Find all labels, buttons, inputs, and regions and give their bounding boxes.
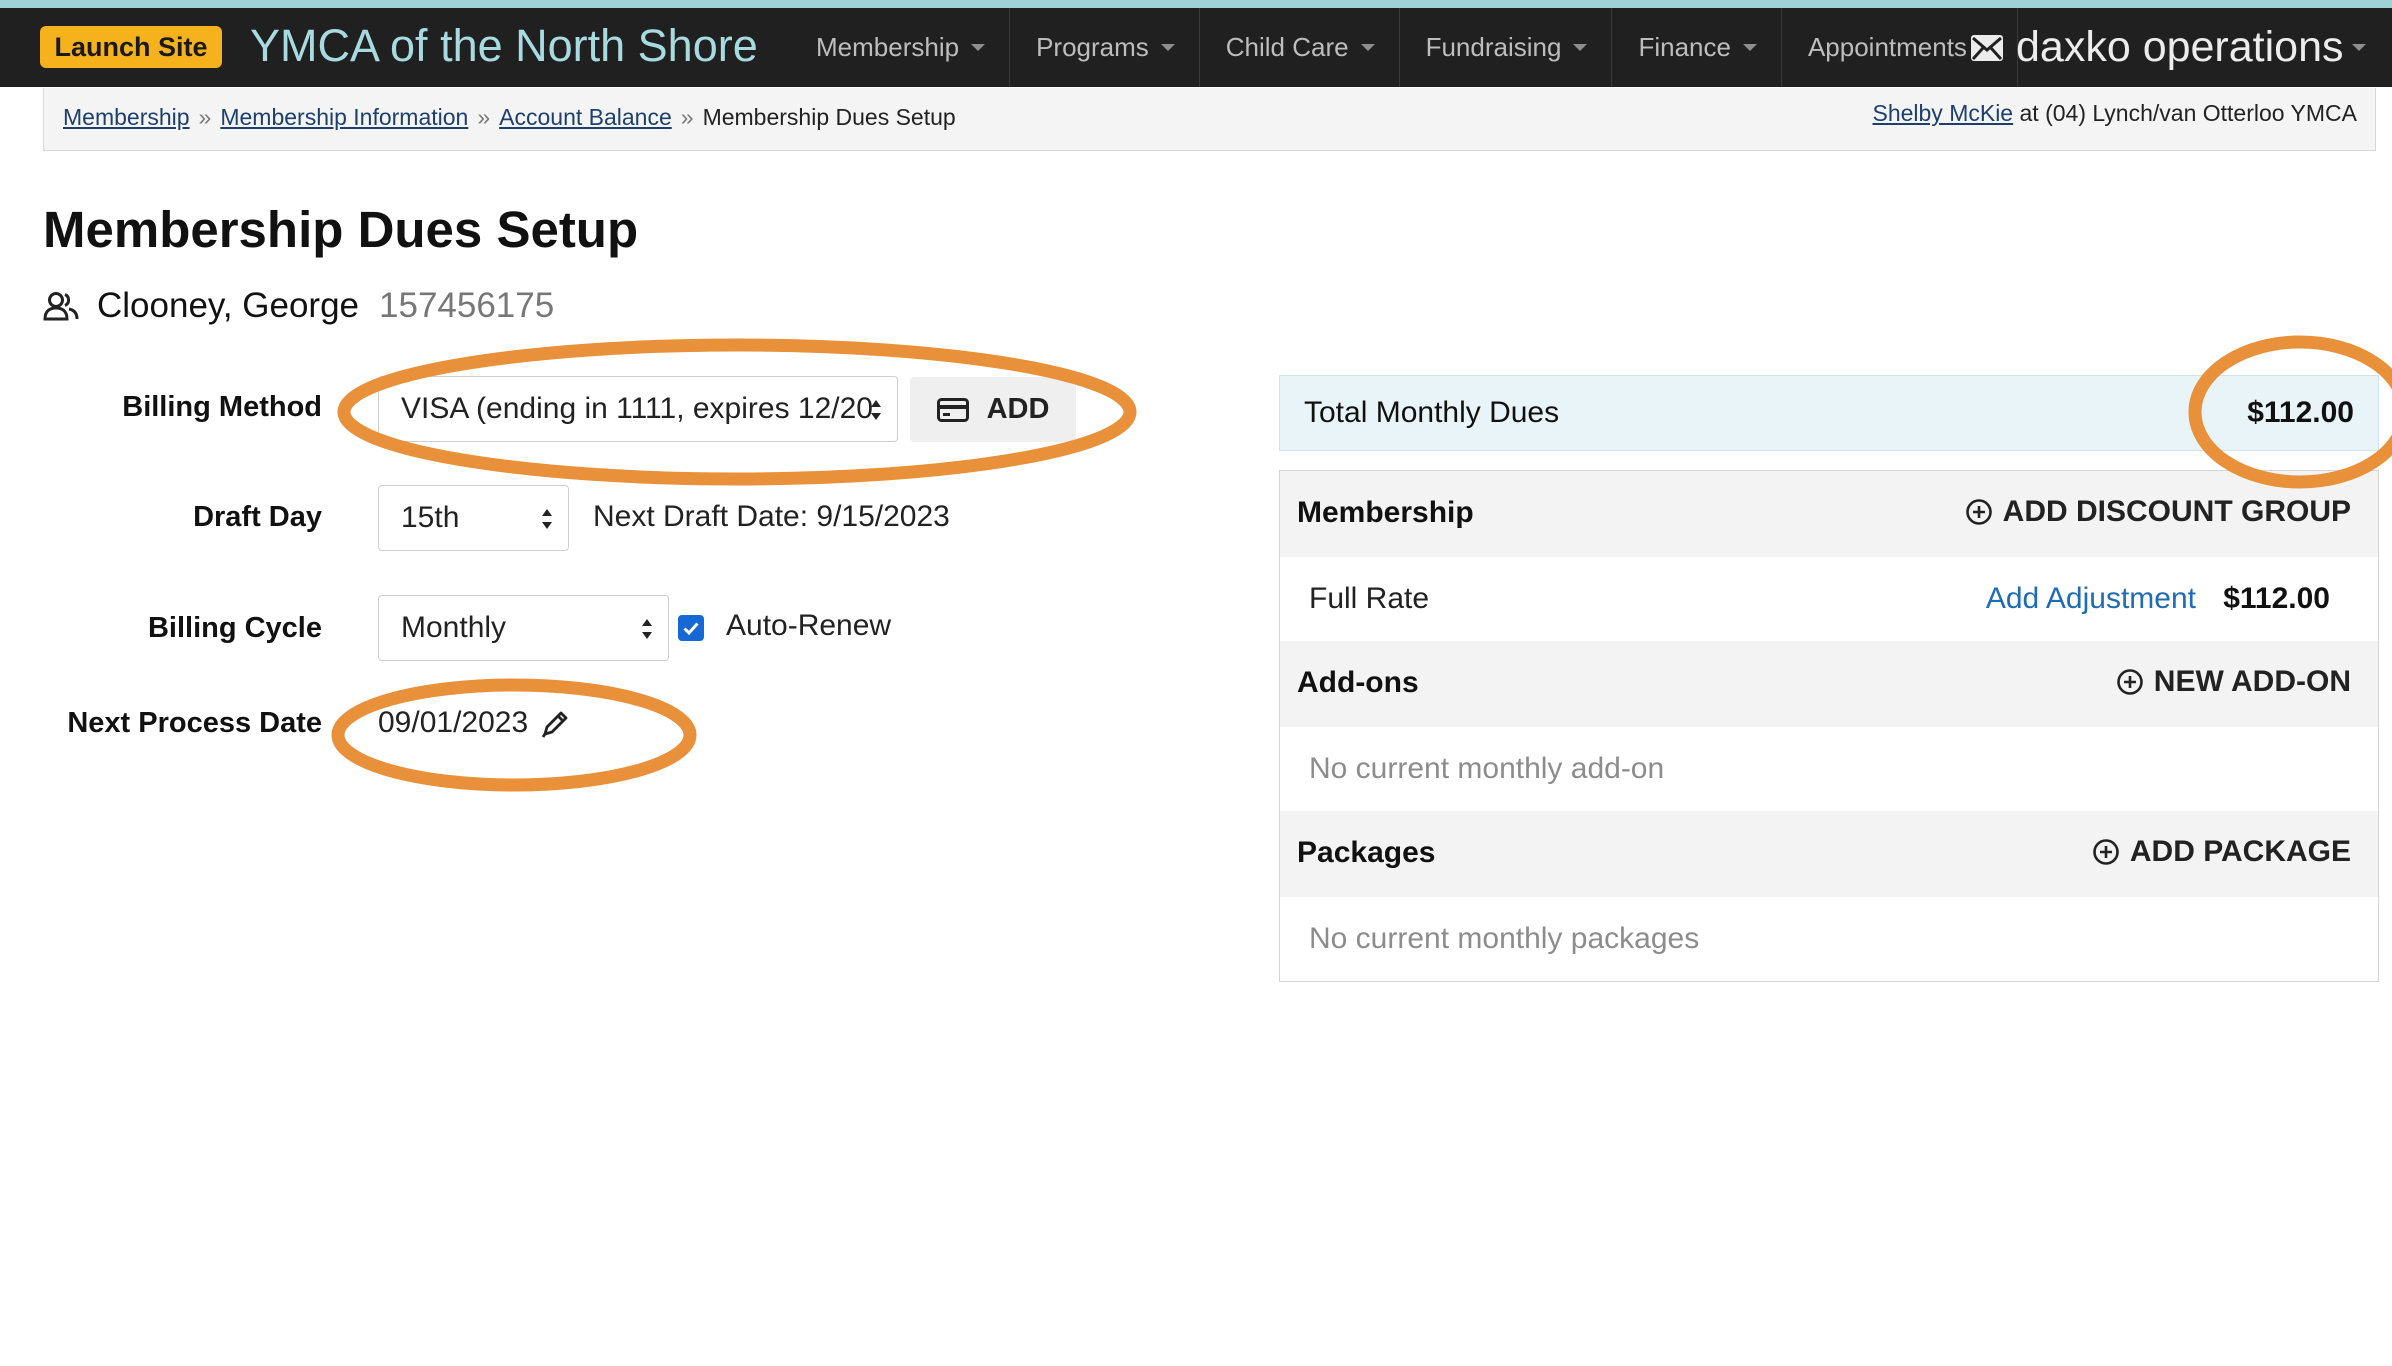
breadcrumb-separator: » [198,104,212,130]
auto-renew-label[interactable]: Auto-Renew [726,609,891,643]
packages-section-header: Packages ADD PACKAGE [1280,811,2378,897]
caret-down-icon [1160,44,1175,51]
total-monthly-dues-box: Total Monthly Dues $112.00 [1279,375,2379,451]
caret-down-icon [1573,44,1588,51]
next-draft-date: Next Draft Date: 9/15/2023 [593,500,950,533]
total-monthly-dues-label: Total Monthly Dues [1304,396,1560,429]
envelope-icon [1971,34,2003,61]
menu-label: Appointments [1807,32,1967,62]
main-menu: Membership Programs Child Care Fundraisi… [790,8,2018,87]
full-rate-label: Full Rate [1309,582,1430,615]
menu-child-care[interactable]: Child Care [1200,8,1400,87]
breadcrumb-separator: » [680,104,694,130]
breadcrumb-membership-information[interactable]: Membership Information [220,104,468,131]
dues-breakdown-panel: Membership ADD DISCOUNT GROUP Full Rate … [1279,470,2379,982]
new-addon-label: NEW ADD-ON [2153,665,2351,698]
draft-day-value: 15th [401,501,460,534]
accent-strip [0,0,2392,8]
add-button-label: ADD [986,393,1050,425]
member-id: 157456175 [379,286,555,325]
menu-label: Child Care [1225,32,1349,62]
full-rate-row: Full Rate Add Adjustment $112.00 [1280,557,2378,643]
add-package-label: ADD PACKAGE [2129,835,2351,868]
addons-empty-message: No current monthly add-on [1309,752,1665,785]
addons-section-header: Add-ons NEW ADD-ON [1280,641,2378,727]
pencil-icon[interactable] [540,709,570,739]
people-icon [43,292,79,321]
membership-section-title: Membership [1297,496,1474,529]
billing-method-label: Billing Method [122,391,322,423]
caret-down-icon [971,44,986,51]
add-adjustment-link[interactable]: Add Adjustment [1986,582,2196,616]
plus-circle-icon [2093,839,2119,865]
daxko-brand-menu[interactable]: daxko operations [1970,8,2366,87]
packages-section-title: Packages [1297,836,1436,869]
menu-label: Finance [1638,32,1731,62]
member-name: Clooney, George [97,286,360,325]
full-rate-amount: $112.00 [2223,582,2330,615]
plus-circle-icon [2116,669,2143,695]
launch-site-button[interactable]: Launch Site [40,26,222,68]
add-discount-group-label: ADD DISCOUNT GROUP [2002,495,2351,528]
menu-programs[interactable]: Programs [1010,8,1200,87]
draft-day-label: Draft Day [193,501,322,533]
caret-down-icon [1742,44,1757,51]
breadcrumb: Membership » Membership Information » Ac… [63,104,956,131]
user-location: at (04) Lynch/van Otterloo YMCA [2019,100,2358,126]
billing-cycle-value: Monthly [401,611,507,644]
billing-method-value: VISA (ending in 1111, expires 12/20 [401,392,873,425]
breadcrumb-current: Membership Dues Setup [702,104,956,130]
add-billing-method-button[interactable]: ADD [910,377,1076,442]
add-discount-group-button[interactable]: ADD DISCOUNT GROUP [1965,495,2351,529]
next-process-date-label: Next Process Date [67,707,322,739]
user-name-link[interactable]: Shelby McKie [1872,100,2013,126]
checkmark-icon [683,622,699,636]
breadcrumb-membership[interactable]: Membership [63,104,190,131]
addons-section-title: Add-ons [1297,666,1419,699]
billing-method-select[interactable]: VISA (ending in 1111, expires 12/20 [378,376,898,442]
select-arrows-icon [542,509,552,529]
organization-name[interactable]: YMCA of the North Shore [250,20,758,72]
credit-card-icon [936,397,969,422]
packages-empty-message: No current monthly packages [1309,922,1700,955]
next-process-date-value: 09/01/2023 [378,706,529,739]
billing-cycle-select[interactable]: Monthly [378,595,669,661]
membership-section-header: Membership ADD DISCOUNT GROUP [1280,471,2378,557]
brand-name: daxko operations [2016,23,2344,71]
menu-fundraising[interactable]: Fundraising [1400,8,1613,87]
select-arrows-icon [871,400,881,420]
menu-label: Fundraising [1425,32,1562,62]
menu-label: Membership [816,32,960,62]
select-arrows-icon [642,619,652,639]
menu-membership[interactable]: Membership [790,8,1011,87]
auto-renew-checkbox[interactable] [678,615,704,641]
member-header: Clooney, George 157456175 [43,286,554,326]
caret-down-icon [1360,44,1375,51]
breadcrumb-separator: » [477,104,491,130]
addons-empty-row: No current monthly add-on [1280,727,2378,813]
menu-finance[interactable]: Finance [1612,8,1782,87]
page-title: Membership Dues Setup [43,201,639,258]
add-package-button[interactable]: ADD PACKAGE [2092,835,2351,869]
draft-day-select[interactable]: 15th [378,485,569,551]
packages-empty-row: No current monthly packages [1280,897,2378,983]
top-navigation-bar: Launch Site YMCA of the North Shore Memb… [0,8,2392,87]
total-monthly-dues-amount: $112.00 [2247,396,2354,429]
caret-down-icon [2351,44,2366,51]
billing-cycle-label: Billing Cycle [147,612,322,644]
breadcrumb-bar: Membership » Membership Information » Ac… [43,88,2376,151]
user-info: Shelby McKie at (04) Lynch/van Otterloo … [1872,100,2357,127]
plus-circle-icon [1965,499,1992,525]
menu-label: Programs [1036,32,1149,62]
breadcrumb-account-balance[interactable]: Account Balance [499,104,672,131]
new-addon-button[interactable]: NEW ADD-ON [2116,665,2351,699]
